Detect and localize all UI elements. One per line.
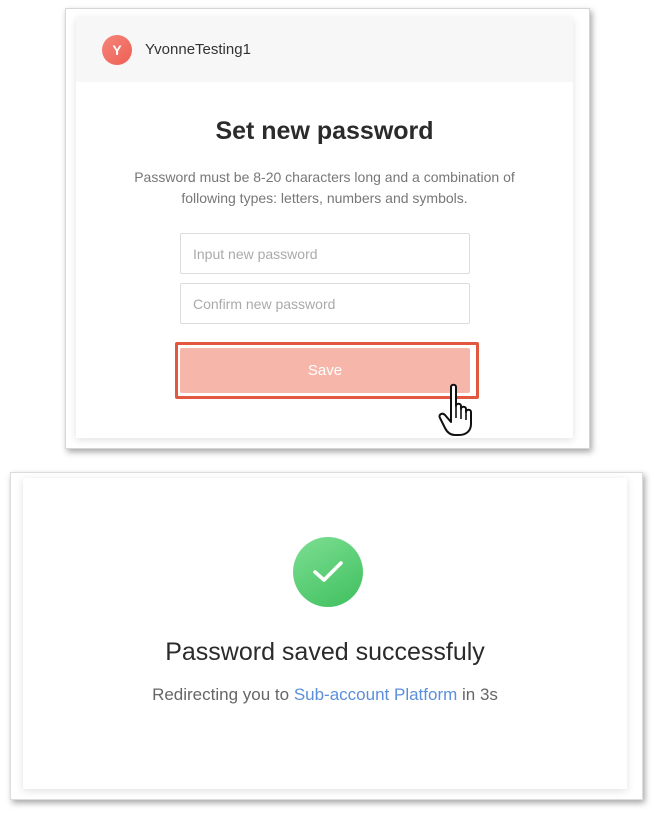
set-password-screenshot: Y YvonneTesting1 Set new password Passwo… — [65, 8, 590, 449]
set-password-card: Y YvonneTesting1 Set new password Passwo… — [76, 17, 573, 438]
password-saved-screenshot: Password saved successfuly Redirecting y… — [10, 472, 643, 800]
success-title: Password saved successfuly — [165, 638, 485, 666]
password-hint-line-2: following types: letters, numbers and sy… — [181, 190, 468, 206]
save-button[interactable]: Save — [180, 348, 470, 393]
confirm-password-input[interactable] — [180, 283, 470, 324]
password-hint: Password must be 8-20 characters long an… — [116, 167, 533, 209]
redirect-countdown: in 3s — [457, 685, 498, 704]
username: YvonneTesting1 — [145, 41, 251, 58]
success-badge — [293, 537, 363, 607]
avatar[interactable]: Y — [102, 34, 132, 65]
success-card: Password saved successfuly Redirecting y… — [23, 478, 627, 789]
checkmark-icon — [313, 561, 343, 582]
pointer-hand-icon — [438, 383, 472, 436]
new-password-input[interactable] — [180, 233, 470, 274]
sub-account-platform-link[interactable]: Sub-account Platform — [294, 685, 457, 704]
redirect-message: Redirecting you to Sub-account Platform … — [23, 685, 627, 705]
account-header: Y YvonneTesting1 — [76, 17, 573, 82]
page-title: Set new password — [215, 117, 434, 145]
password-hint-line-1: Password must be 8-20 characters long an… — [134, 169, 515, 185]
redirect-prefix: Redirecting you to — [152, 685, 294, 704]
